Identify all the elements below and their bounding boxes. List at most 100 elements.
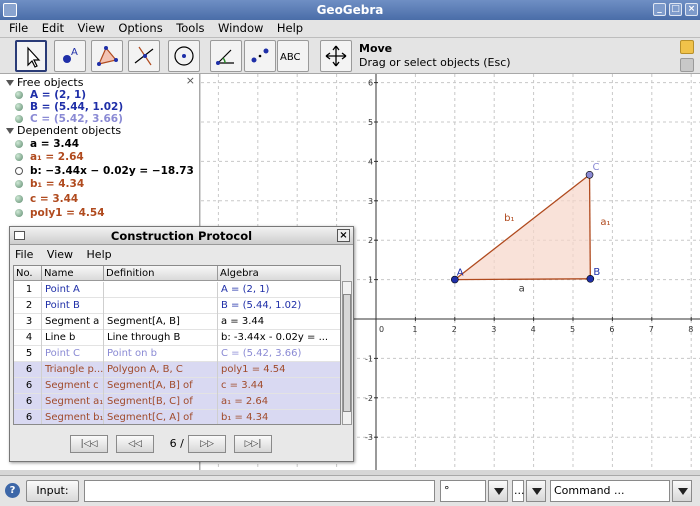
point-label-B: B <box>593 267 600 278</box>
command-select[interactable]: Command ... <box>550 480 670 502</box>
cell-no: 6 <box>14 362 42 378</box>
cell-algebra: b₁ = 4.34 <box>218 410 340 424</box>
app-icon <box>3 3 17 17</box>
help-icon[interactable]: ? <box>5 483 20 498</box>
visibility-dot-icon[interactable] <box>15 209 23 217</box>
column-header-definition[interactable]: Definition <box>104 266 218 281</box>
first-step-button[interactable]: |◁◁ <box>70 435 108 453</box>
visibility-dot-icon[interactable] <box>15 195 23 203</box>
cell-no: 3 <box>14 314 42 330</box>
undo-icon[interactable] <box>680 40 694 54</box>
cell-definition: Line through B <box>104 330 218 346</box>
dependent-objects-header[interactable]: Dependent objects <box>6 124 121 138</box>
redo-icon[interactable] <box>680 58 694 72</box>
close-icon[interactable]: × <box>685 3 698 16</box>
menu-tools[interactable]: Tools <box>171 20 209 37</box>
window-title: GeoGebra <box>316 3 384 17</box>
menu-window[interactable]: Window <box>213 20 268 37</box>
cell-name: Triangle p... <box>42 362 104 378</box>
next-step-button[interactable]: ▷▷ <box>188 435 226 453</box>
cell-definition <box>104 282 218 298</box>
point-tool-button[interactable]: A <box>54 40 86 72</box>
move-tool-button[interactable] <box>15 40 47 72</box>
input-button[interactable]: Input: <box>26 480 79 502</box>
table-row[interactable]: 6 Segment c Segment[A, B] of c = 3.44 <box>14 378 340 394</box>
collapse-triangle-icon <box>6 80 14 86</box>
reflect-tool-button[interactable] <box>244 40 276 72</box>
algebra-item-b[interactable]: b: −3.44x − 0.02y = −18.73 <box>15 164 194 178</box>
y-tick-label: 1 <box>368 276 373 285</box>
construction-protocol-window: Construction Protocol × File View Help N… <box>9 226 354 462</box>
segment-label-a1: a₁ <box>600 217 610 228</box>
visibility-dot-icon[interactable] <box>15 153 23 161</box>
table-row[interactable]: 2 Point B B = (5.44, 1.02) <box>14 298 340 314</box>
toolbar: A ABC Move Drag or select objects (Esc) <box>0 38 700 74</box>
greek-dropdown-button[interactable] <box>526 480 546 502</box>
algebra-close-icon[interactable]: × <box>186 74 195 87</box>
menu-edit[interactable]: Edit <box>37 20 69 37</box>
protocol-close-icon[interactable]: × <box>337 229 350 242</box>
table-row[interactable]: 5 Point C Point on bC = (5.42, 3.66) <box>14 346 340 362</box>
table-row[interactable]: 4 Line b Line through Bb: -3.44x - 0.02y =… <box>14 330 340 346</box>
active-tool-name: Move <box>359 42 393 55</box>
visibility-dot-icon[interactable] <box>15 91 23 99</box>
window-menu-icon[interactable] <box>14 231 25 240</box>
move-view-icon <box>325 45 347 67</box>
y-tick-label: 2 <box>368 236 373 245</box>
algebra-item-a1[interactable]: a₁ = 2.64 <box>15 150 84 164</box>
visibility-dot-icon[interactable] <box>15 167 23 175</box>
point-tool-label: A <box>71 47 78 58</box>
circle-tool-button[interactable] <box>168 40 200 72</box>
input-field[interactable] <box>84 480 435 502</box>
text-tool-button[interactable]: ABC <box>277 40 309 72</box>
menu-file[interactable]: File <box>0 20 33 37</box>
segment-label-a: a <box>519 284 525 295</box>
cell-name: Point C <box>42 346 104 362</box>
column-header-name[interactable]: Name <box>42 266 104 281</box>
table-row[interactable]: 3 Segment a Segment[A, B] a = 3.44 <box>14 314 340 330</box>
algebra-item-c[interactable]: c = 3.44 <box>15 192 78 206</box>
protocol-title-bar[interactable]: Construction Protocol × <box>10 227 353 245</box>
point-label-C: C <box>593 162 600 173</box>
maximize-icon[interactable]: □ <box>669 3 682 16</box>
angle-tool-button[interactable] <box>210 40 242 72</box>
visibility-dot-icon[interactable] <box>15 180 23 188</box>
table-row[interactable]: 6 Segment a₁ Segment[B, C] of a₁ = 2.64 <box>14 394 340 410</box>
protocol-menu-view[interactable]: View <box>42 246 78 263</box>
degree-symbol-select[interactable]: ° <box>440 480 486 502</box>
menu-help[interactable]: Help <box>272 20 308 37</box>
perpendicular-tool-button[interactable] <box>128 40 160 72</box>
cell-definition: Segment[B, C] of <box>104 394 218 410</box>
cell-algebra: poly1 = 4.54 <box>218 362 340 378</box>
protocol-menu-help[interactable]: Help <box>82 246 117 263</box>
circle-icon <box>174 46 194 66</box>
table-row[interactable]: 6 Triangle p... Polygon A, B, Cpoly1 = 4.5… <box>14 362 340 378</box>
menu-options[interactable]: Options <box>113 20 167 37</box>
table-row[interactable]: 6 Segment b₁ Segment[C, A] of b₁ = 4.34 <box>14 410 340 424</box>
polygon-tool-button[interactable] <box>91 40 123 72</box>
column-header-no[interactable]: No. <box>14 266 42 281</box>
visibility-dot-icon[interactable] <box>15 140 23 148</box>
algebra-item-a[interactable]: a = 3.44 <box>15 137 79 151</box>
move-view-tool-button[interactable] <box>320 40 352 72</box>
algebra-item-poly1[interactable]: poly1 = 4.54 <box>15 206 105 220</box>
protocol-menu-file[interactable]: File <box>10 246 38 263</box>
protocol-scrollbar[interactable] <box>342 281 352 425</box>
scrollbar-thumb[interactable] <box>343 294 351 412</box>
column-header-algebra[interactable]: Algebra <box>218 266 340 281</box>
active-tool-help: Drag or select objects (Esc) <box>359 56 511 69</box>
visibility-dot-icon[interactable] <box>15 103 23 111</box>
visibility-dot-icon[interactable] <box>15 115 23 123</box>
x-tick-label: 6 <box>609 325 614 334</box>
command-dropdown-button[interactable] <box>672 480 692 502</box>
cell-name: Segment a <box>42 314 104 330</box>
table-row[interactable]: 1 Point A A = (2, 1) <box>14 282 340 298</box>
minimize-icon[interactable]: _ <box>653 3 666 16</box>
last-step-button[interactable]: ▷▷| <box>234 435 272 453</box>
greek-letter-select[interactable]: ... <box>512 480 525 502</box>
algebra-item-b1[interactable]: b₁ = 4.34 <box>15 177 84 191</box>
menu-view[interactable]: View <box>73 20 110 37</box>
degree-dropdown-button[interactable] <box>488 480 508 502</box>
y-tick-label: -3 <box>365 433 373 442</box>
previous-step-button[interactable]: ◁◁ <box>116 435 154 453</box>
